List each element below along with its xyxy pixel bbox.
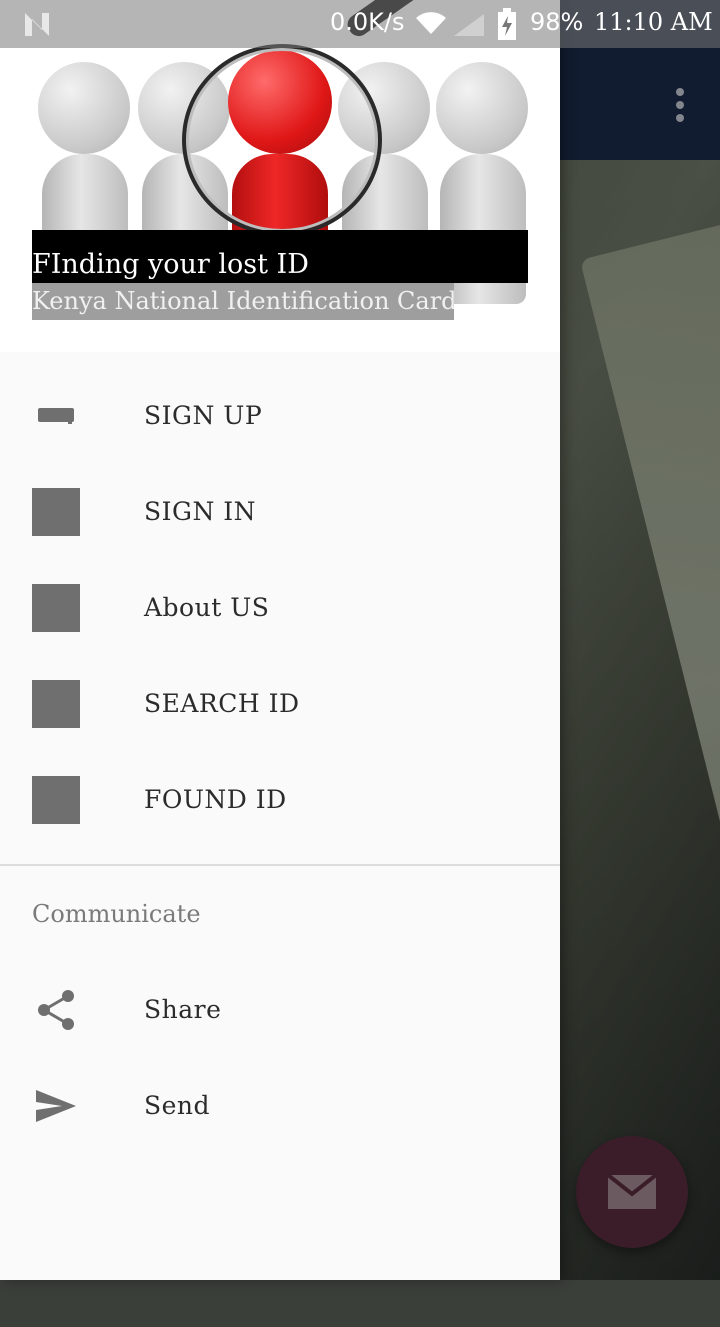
wifi-icon [416,12,446,34]
menu-item-label: About US [144,593,270,622]
menu-item-label: Send [144,1091,211,1120]
drawer-header-title: FInding your lost ID [32,230,528,283]
drawer-header-subtitle: Kenya National Identification Card [32,283,454,320]
battery-charging-icon [498,8,516,40]
menu-item-sign-in[interactable]: SIGN IN [0,464,560,560]
menu-item-search-id[interactable]: SEARCH ID [0,656,560,752]
menu-item-label: SEARCH ID [144,689,300,718]
menu-divider [0,864,560,866]
share-icon [38,990,74,1030]
status-bar: 0.0K/s 98% 11:10 AM [0,0,720,48]
menu-item-send[interactable]: Send [0,1058,560,1154]
menu-item-found-id[interactable]: FOUND ID [0,752,560,848]
signal-icon [454,14,484,36]
menu-item-label: SIGN UP [144,401,263,430]
email-fab-button[interactable] [576,1136,688,1248]
placeholder-square-icon [32,776,80,824]
placeholder-square-icon [32,680,80,728]
placeholder-square-icon [32,488,80,536]
communicate-section-header: Communicate [32,900,201,928]
battery-percent: 98% [530,8,584,36]
clock: 11:10 AM [594,8,713,36]
send-icon [36,1090,76,1122]
menu-item-share[interactable]: Share [0,962,560,1058]
mail-icon [607,1174,657,1209]
menu-item-label: Share [144,995,222,1024]
placeholder-square-icon [32,584,80,632]
menu-item-sign-up[interactable]: SIGN UP [0,368,560,464]
magnifier-icon [182,44,382,236]
menu-item-about-us[interactable]: About US [0,560,560,656]
n-notification-icon [25,13,49,36]
menu-item-label: FOUND ID [144,785,287,814]
net-speed: 0.0K/s [330,8,405,36]
menu-item-label: SIGN IN [144,497,257,526]
drawer-header: FInding your lost ID Kenya National Iden… [0,0,560,352]
navigation-drawer: FInding your lost ID Kenya National Iden… [0,0,560,1280]
keyboard-icon [38,408,74,424]
